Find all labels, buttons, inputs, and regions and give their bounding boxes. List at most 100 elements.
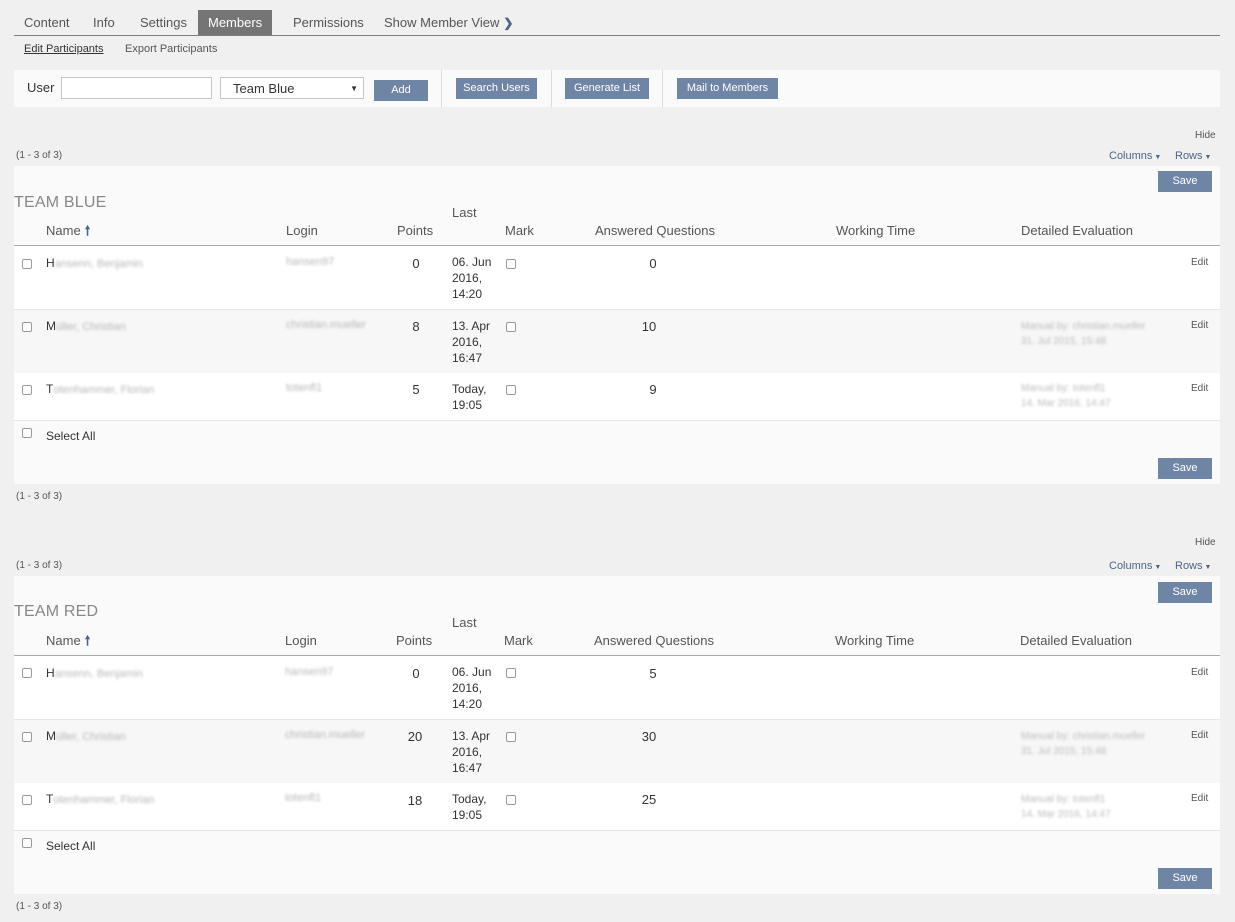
tab-content[interactable]: Content <box>14 10 80 35</box>
participant-login: christian.mueller <box>286 319 367 331</box>
tab-permissions[interactable]: Permissions <box>283 10 374 35</box>
column-header-last[interactable]: Last <box>452 205 477 220</box>
edit-link[interactable]: Edit <box>1191 383 1208 394</box>
participant-name[interactable]: Hansenn, Benjamin <box>46 256 143 270</box>
column-header-points[interactable]: Points <box>396 633 432 648</box>
participant-last: 06. Jun 2016, 14:20 <box>452 664 500 712</box>
column-header-detailed-evaluation[interactable]: Detailed Evaluation <box>1020 633 1132 648</box>
column-header-detailed-evaluation[interactable]: Detailed Evaluation <box>1021 223 1133 238</box>
tab-info[interactable]: Info <box>83 10 125 35</box>
search-users-button[interactable]: Search Users <box>456 78 537 99</box>
row-checkbox[interactable] <box>22 259 32 269</box>
last-line: 19:05 <box>452 808 483 822</box>
participant-name[interactable]: Müller, Christian <box>46 729 126 743</box>
row-checkbox[interactable] <box>22 322 32 332</box>
mark-checkbox[interactable] <box>506 322 516 332</box>
rows-dropdown[interactable]: Rows ▼ <box>1175 150 1211 162</box>
participant-name[interactable]: Totenhammer, Florian <box>46 382 154 396</box>
member-toolbar: User Team Blue ▼ Add Search Users Genera… <box>14 70 1220 107</box>
generate-list-button[interactable]: Generate List <box>565 78 649 99</box>
edit-link[interactable]: Edit <box>1191 793 1208 804</box>
mail-to-members-button[interactable]: Mail to Members <box>677 78 778 99</box>
eval-line: 31. Jul 2015, 15:48 <box>1021 746 1107 757</box>
mark-checkbox[interactable] <box>506 732 516 742</box>
participant-name[interactable]: Totenhammer, Florian <box>46 792 154 806</box>
pagination-count: (1 - 3 of 3) <box>16 150 63 161</box>
column-header-login[interactable]: Login <box>285 633 317 648</box>
column-header-working-time[interactable]: Working Time <box>835 633 914 648</box>
row-checkbox[interactable] <box>22 732 32 742</box>
participant-login: hansen97 <box>285 666 334 678</box>
last-line: 06. Jun <box>452 665 492 679</box>
add-button[interactable]: Add <box>374 80 428 101</box>
column-header-answered-questions[interactable]: Answered Questions <box>595 223 715 238</box>
save-button[interactable]: Save <box>1158 171 1212 192</box>
team-select-value: Team Blue <box>233 81 295 96</box>
participant-login: christian.mueller <box>285 729 366 741</box>
column-header-mark[interactable]: Mark <box>504 633 533 648</box>
participant-points: 18 <box>407 793 423 808</box>
participant-login: totenfl1 <box>285 792 322 804</box>
tab-label: Settings <box>140 15 187 30</box>
columns-dropdown[interactable]: Columns ▼ <box>1109 150 1161 162</box>
edit-link[interactable]: Edit <box>1191 320 1208 331</box>
participant-name[interactable]: Hansenn, Benjamin <box>46 666 143 680</box>
hide-link[interactable]: Hide <box>1195 130 1216 141</box>
eval-line: 31. Jul 2015, 15:48 <box>1021 336 1107 347</box>
select-all-label[interactable]: Select All <box>46 429 95 443</box>
row-checkbox[interactable] <box>22 385 32 395</box>
column-header-last[interactable]: Last <box>452 615 477 630</box>
column-header-login[interactable]: Login <box>286 223 318 238</box>
columns-dropdown[interactable]: Columns ▼ <box>1109 560 1161 572</box>
column-header-answered-questions[interactable]: Answered Questions <box>594 633 714 648</box>
caret-down-icon: ▼ <box>1204 564 1212 571</box>
column-header-working-time[interactable]: Working Time <box>836 223 915 238</box>
participant-name[interactable]: Müller, Christian <box>46 319 126 333</box>
save-button[interactable]: Save <box>1158 458 1212 479</box>
team-select[interactable]: Team Blue ▼ <box>220 77 364 99</box>
subtab-export-participants[interactable]: Export Participants <box>125 43 217 55</box>
tab-label: Info <box>93 15 115 30</box>
last-line: 13. Apr <box>452 729 491 743</box>
last-line: 2016, <box>452 335 483 349</box>
edit-link[interactable]: Edit <box>1191 667 1208 678</box>
answered-questions: 9 <box>649 382 657 397</box>
column-header-mark[interactable]: Mark <box>505 223 534 238</box>
mark-checkbox[interactable] <box>506 795 516 805</box>
save-button[interactable]: Save <box>1158 868 1212 889</box>
edit-link[interactable]: Edit <box>1191 257 1208 268</box>
last-line: 16:47 <box>452 351 483 365</box>
select-all-label[interactable]: Select All <box>46 839 95 853</box>
tab-members[interactable]: Members <box>198 10 273 35</box>
user-input[interactable] <box>61 77 212 99</box>
tab-show-member-view[interactable]: Show Member View ❯ <box>374 10 523 35</box>
hide-link[interactable]: Hide <box>1195 537 1216 548</box>
select-all-checkbox[interactable] <box>22 838 32 848</box>
rows-dropdown[interactable]: Rows ▼ <box>1175 560 1211 572</box>
name-initial: M <box>46 729 56 743</box>
column-header-points[interactable]: Points <box>397 223 433 238</box>
row-checkbox[interactable] <box>22 668 32 678</box>
mark-checkbox[interactable] <box>506 385 516 395</box>
column-header-name[interactable]: Name 🠕 <box>46 222 90 244</box>
mark-checkbox[interactable] <box>506 668 516 678</box>
tab-label: Show Member View <box>384 15 500 30</box>
last-line: 13. Apr <box>452 319 491 333</box>
last-line: 16:47 <box>452 761 483 775</box>
name-rest: üller, Christian <box>56 321 126 333</box>
last-line: 2016, <box>452 681 483 695</box>
tab-settings[interactable]: Settings <box>130 10 197 35</box>
team-title: TEAM RED <box>14 603 99 620</box>
subtab-edit-participants[interactable]: Edit Participants <box>24 43 103 55</box>
row-checkbox[interactable] <box>22 795 32 805</box>
mark-checkbox[interactable] <box>506 259 516 269</box>
caret-down-icon: ▼ <box>1154 564 1162 571</box>
save-button[interactable]: Save <box>1158 582 1212 603</box>
table-row: Hansenn, Benjamin hansen97 0 06. Jun 201… <box>14 246 1220 310</box>
participant-points: 0 <box>412 666 420 681</box>
edit-link[interactable]: Edit <box>1191 730 1208 741</box>
team-title: TEAM BLUE <box>14 194 107 211</box>
select-all-checkbox[interactable] <box>22 428 32 438</box>
column-header-name[interactable]: Name 🠕 <box>46 632 90 654</box>
eval-line: Manual by: christian.mueller <box>1021 321 1146 332</box>
